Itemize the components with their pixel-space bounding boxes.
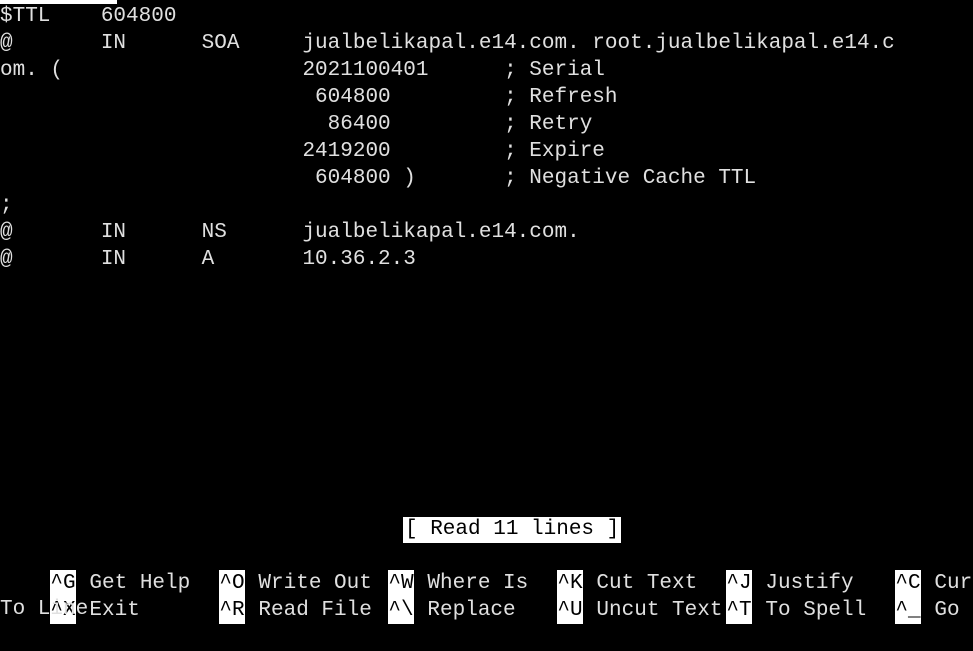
editor-line[interactable]: @ IN NS jualbelikapal.e14.com. <box>0 219 580 246</box>
shortcut-cur-pos[interactable]: ^C Cur <box>845 543 972 597</box>
editor-line[interactable]: @ IN A 10.36.2.3 <box>0 246 416 273</box>
editor-line[interactable]: @ IN SOA jualbelikapal.e14.com. root.jua… <box>0 30 895 57</box>
shortcut-key: ^R <box>219 597 246 624</box>
shortcut-where-is[interactable]: ^W Where Is <box>338 543 528 597</box>
editor-line[interactable]: ; <box>0 192 13 219</box>
editor-line[interactable]: 604800 ; Refresh <box>0 84 617 111</box>
shortcut-key: ^U <box>557 597 584 624</box>
shortcut-key: ^_ <box>895 597 922 624</box>
shortcut-label: Go <box>934 599 960 622</box>
shortcut-key: ^\ <box>388 597 415 624</box>
shortcut-go-to-line[interactable]: ^_ Go <box>845 570 960 624</box>
editor-line[interactable]: om. ( 2021100401 ; Serial <box>0 57 605 84</box>
editor-line[interactable]: 86400 ; Retry <box>0 111 593 138</box>
shortcut-cut-text[interactable]: ^K Cut Text <box>507 543 697 597</box>
shortcut-key: ^T <box>726 597 753 624</box>
shortcut-label: Exit <box>89 599 140 622</box>
shortcut-to-spell[interactable]: ^T To Spell <box>676 570 866 624</box>
nano-editor-terminal[interactable]: $TTL 604800 @ IN SOA jualbelikapal.e14.c… <box>0 0 973 624</box>
editor-line[interactable]: $TTL 604800 <box>0 3 176 30</box>
shortcut-exit[interactable]: ^X Exit <box>0 570 140 624</box>
editor-line[interactable]: 2419200 ; Expire <box>0 138 604 165</box>
shortcut-replace[interactable]: ^\ Replace <box>338 570 516 624</box>
shortcut-justify[interactable]: ^J Justify <box>676 543 854 597</box>
editor-line[interactable]: 604800 ) ; Negative Cache TTL <box>0 165 756 192</box>
shortcut-get-help[interactable]: ^G Get Help <box>0 543 190 597</box>
shortcut-label: Replace <box>427 599 516 622</box>
status-message: [ Read 11 lines ] <box>403 517 622 543</box>
